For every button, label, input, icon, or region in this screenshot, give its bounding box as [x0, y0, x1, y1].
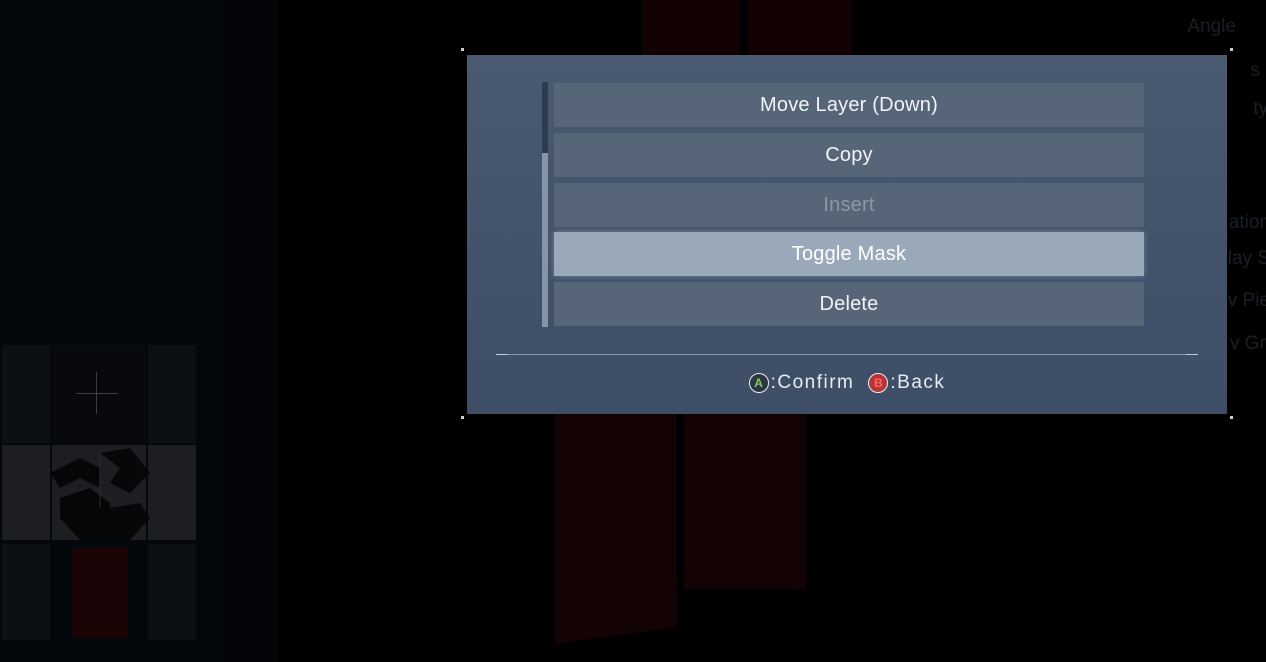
menu-item-copy[interactable]: Copy: [554, 133, 1144, 177]
layer-cell: [72, 548, 128, 638]
dialog-divider: [496, 354, 1198, 355]
layer-cell: [2, 544, 50, 640]
menu-item-insert[interactable]: Insert: [554, 183, 1144, 227]
layer-cell: [2, 445, 50, 540]
background-right-label: Angle: [1187, 16, 1236, 37]
dialog-corner: [461, 416, 464, 419]
a-button-icon: A: [748, 373, 769, 393]
background-right-label: s: [1250, 60, 1261, 81]
background-canvas-block: [555, 396, 677, 644]
add-layer-icon: [76, 393, 118, 394]
background-left-divider: [220, 0, 278, 662]
dialog-divider-tick: [1186, 354, 1198, 355]
background-canvas-block: [642, 0, 740, 56]
layer-cell: [52, 345, 146, 443]
menu-scrollbar-thumb[interactable]: [542, 153, 548, 327]
dialog-corner: [461, 48, 464, 51]
background-right-label: ty: [1253, 98, 1266, 119]
background-right-label: v Gri: [1229, 333, 1266, 354]
layer-cell: [2, 345, 50, 443]
emblem-thumbnail-icon: [50, 448, 150, 540]
layer-cell: [148, 544, 196, 640]
layer-options-dialog: Move Layer (Down) Copy Insert Toggle Mas…: [467, 55, 1227, 414]
dialog-divider-tick: [496, 354, 508, 355]
background-right-label: ation: [1228, 212, 1266, 233]
layer-cell: [148, 445, 196, 540]
menu-item-move-layer-down[interactable]: Move Layer (Down): [554, 83, 1144, 127]
dialog-corner: [1230, 416, 1233, 419]
back-hint-label[interactable]: :Back: [890, 372, 945, 394]
layer-cell: [148, 345, 196, 443]
dialog-corner: [1230, 48, 1233, 51]
b-button-icon: B: [868, 373, 889, 393]
confirm-hint-label[interactable]: :Confirm: [771, 372, 855, 394]
button-hints: A :Confirm B :Back: [467, 372, 1227, 394]
background-canvas-block: [748, 0, 852, 56]
background-canvas-block: [684, 414, 806, 589]
menu-item-toggle-mask[interactable]: Toggle Mask: [554, 232, 1144, 276]
background-right-label: v Pie: [1227, 290, 1266, 311]
menu-item-delete[interactable]: Delete: [554, 282, 1144, 326]
